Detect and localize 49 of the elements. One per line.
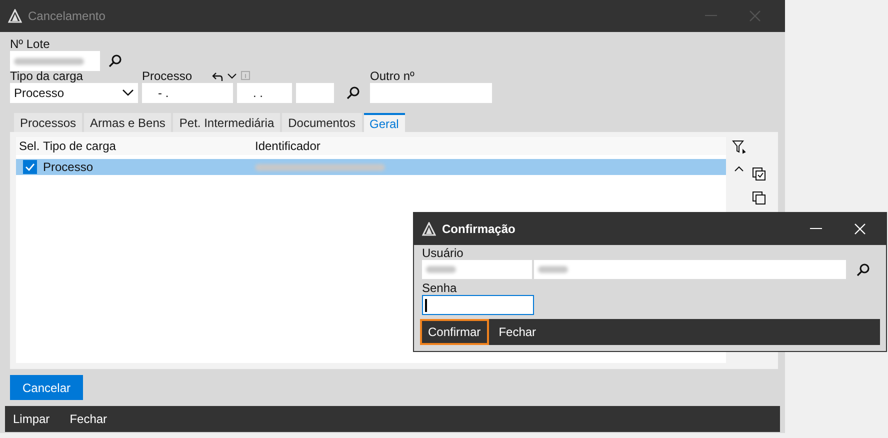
dialog-button[interactable]: Fechar: [492, 319, 542, 345]
tab[interactable]: Geral: [364, 113, 405, 132]
bar-button[interactable]: Fechar: [70, 410, 108, 428]
search-icon[interactable]: [856, 262, 870, 276]
user-name-field[interactable]: [534, 260, 846, 279]
blurred-text: [538, 266, 568, 273]
scroll-up-icon[interactable]: [734, 166, 744, 172]
tab[interactable]: Armas e Bens: [84, 113, 172, 132]
logo-icon: [8, 9, 22, 23]
cancel-button[interactable]: Cancelar: [10, 375, 83, 400]
minimize-icon[interactable]: [810, 228, 822, 230]
window-title: Cancelamento: [28, 8, 106, 25]
lote-field[interactable]: [10, 51, 100, 71]
usuario-label: Usuário: [422, 246, 464, 260]
search-icon[interactable]: [108, 54, 122, 68]
outro-field[interactable]: [370, 83, 492, 103]
lote-label: Nº Lote: [10, 37, 51, 51]
undo-icon[interactable]: [212, 72, 224, 80]
dialog-button[interactable]: Confirmar: [420, 319, 489, 345]
processo-field[interactable]: - .: [142, 83, 233, 103]
chevron-down-icon[interactable]: [227, 73, 238, 79]
column-header: Sel.: [18, 138, 40, 155]
table-cell-text: Processo: [43, 159, 94, 176]
user-code-field[interactable]: [422, 260, 532, 279]
column-header: Tipo de carga: [42, 138, 117, 155]
senha-label: Senha: [422, 281, 458, 295]
logo-icon: [422, 222, 436, 236]
processo-label: Processo: [142, 69, 192, 83]
outro-label: Outro nº: [370, 69, 416, 83]
check-all-icon[interactable]: [752, 167, 766, 181]
search-icon[interactable]: [346, 86, 360, 100]
blurred-text: [14, 58, 84, 64]
bar-button[interactable]: Limpar: [13, 410, 50, 428]
copy-icon[interactable]: [752, 191, 766, 205]
blurred-text: [426, 266, 456, 273]
table-row[interactable]: Processo: [16, 159, 726, 175]
tab[interactable]: Processos: [14, 113, 82, 132]
filter-icon[interactable]: [732, 140, 746, 154]
password-field[interactable]: [422, 295, 534, 315]
tab[interactable]: Documentos: [282, 113, 362, 132]
processo-field[interactable]: . .: [237, 83, 292, 103]
checkbox[interactable]: [22, 160, 36, 174]
chevron-down-icon: [122, 89, 134, 97]
tipo-carga-label: Tipo da carga: [10, 69, 84, 83]
dialog-title: Confirmação: [442, 221, 516, 238]
tipo-carga-select[interactable]: Processo: [10, 83, 138, 103]
column-header: Identificador: [254, 138, 320, 155]
processo-field[interactable]: [296, 83, 334, 103]
tab[interactable]: Pet. Intermediária: [173, 113, 280, 132]
